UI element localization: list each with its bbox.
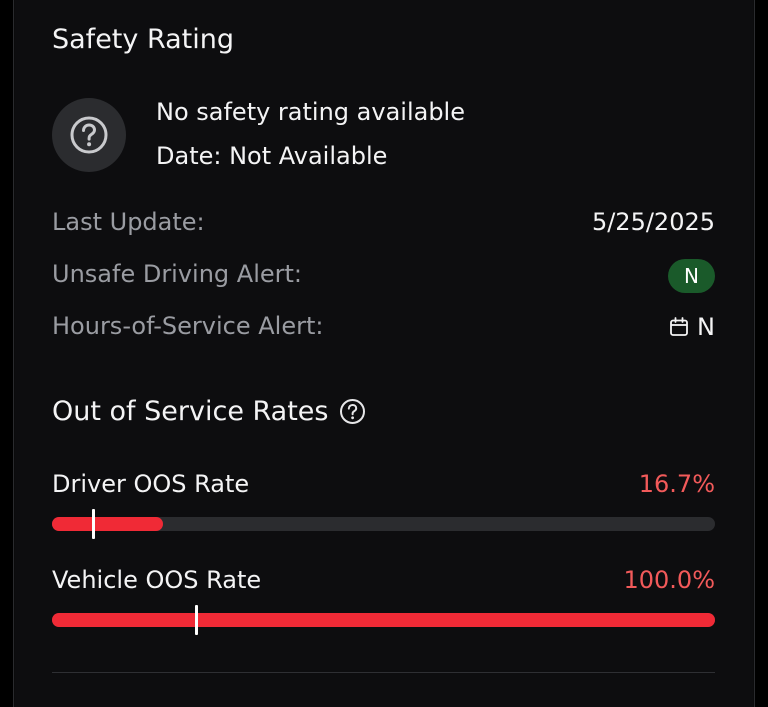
help-circle-icon	[52, 98, 126, 172]
unsafe-driving-badge: N	[668, 259, 715, 293]
calendar-icon	[670, 317, 688, 336]
vehicle-oos-value: 100.0%	[623, 566, 715, 594]
last-update-value: 5/25/2025	[591, 208, 715, 236]
safety-rating-status: No safety rating available	[156, 98, 465, 126]
vehicle-oos-bar-fill	[52, 613, 715, 627]
help-icon[interactable]	[339, 398, 366, 425]
hos-alert-value: N	[669, 313, 715, 341]
oos-section-title: Out of Service Rates	[52, 396, 366, 427]
divider	[52, 672, 715, 673]
driver-oos-value: 16.7%	[638, 470, 715, 498]
driver-oos-label: Driver OOS Rate	[52, 470, 250, 498]
hos-alert-label: Hours-of-Service Alert:	[52, 312, 324, 340]
vehicle-oos-bar	[52, 605, 715, 635]
last-update-label: Last Update:	[52, 208, 205, 236]
hos-alert-text: N	[697, 313, 715, 341]
driver-oos-bar	[52, 509, 715, 539]
unsafe-driving-label: Unsafe Driving Alert:	[52, 260, 303, 288]
right-edge	[754, 0, 768, 707]
safety-rating-title: Safety Rating	[52, 24, 234, 55]
left-edge	[0, 0, 14, 707]
safety-card: Safety Rating No safety rating available…	[15, 0, 753, 707]
vehicle-oos-label: Vehicle OOS Rate	[52, 566, 262, 594]
oos-title-text: Out of Service Rates	[52, 396, 329, 427]
driver-oos-bar-fill	[52, 517, 163, 531]
vehicle-oos-marker	[195, 605, 198, 635]
driver-oos-marker	[92, 509, 95, 539]
safety-rating-date: Date: Not Available	[156, 142, 388, 170]
